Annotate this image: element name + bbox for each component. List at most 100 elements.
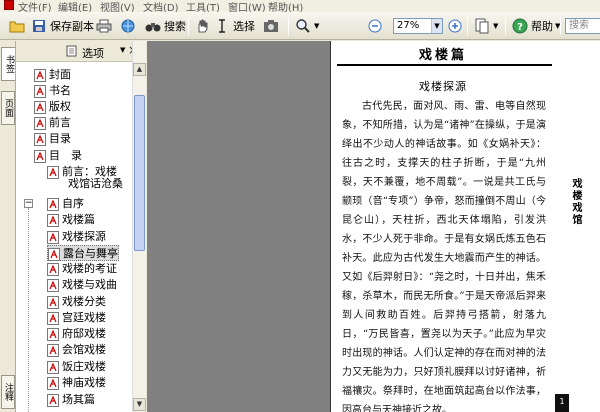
search-label: 搜索 bbox=[164, 20, 186, 33]
bookmark-label: 自序 bbox=[62, 197, 84, 210]
bookmark-item[interactable]: 府邸戏楼 bbox=[47, 326, 106, 342]
bookmark-page-icon bbox=[47, 198, 59, 211]
bookmark-item[interactable]: 书名 bbox=[34, 83, 71, 99]
bookmark-label: 场其篇 bbox=[62, 393, 95, 406]
menu-tools[interactable]: 工具(T) bbox=[186, 0, 220, 12]
bookmark-item[interactable]: 场其篇 bbox=[47, 392, 95, 408]
zoom-dropdown-chevron-icon[interactable]: ▼ bbox=[431, 19, 442, 33]
search-button[interactable]: 搜索 bbox=[144, 16, 186, 36]
save-copy-label: 保存副本 bbox=[50, 20, 94, 33]
folder-open-icon bbox=[8, 17, 26, 35]
bookmark-page-icon bbox=[47, 231, 59, 244]
help-button[interactable]: ? 帮助 ▼ bbox=[511, 16, 560, 36]
scroll-down-arrow-icon[interactable]: ▼ bbox=[133, 398, 146, 411]
printer-icon bbox=[95, 17, 113, 35]
title-rule bbox=[337, 64, 552, 66]
hand-icon bbox=[193, 17, 211, 35]
svg-text:?: ? bbox=[517, 22, 523, 33]
bookmark-item[interactable]: 戏楼的考证 bbox=[47, 261, 117, 277]
bookmark-label: 戏楼探源 bbox=[62, 230, 106, 243]
tab-pages[interactable]: 页面 bbox=[1, 91, 15, 125]
menu-edit[interactable]: 编辑(E) bbox=[58, 0, 92, 12]
bookmark-label: 版权 bbox=[49, 100, 71, 113]
menu-help[interactable]: 帮助(H) bbox=[268, 0, 303, 12]
bookmark-label: 戏馆话沧桑 bbox=[68, 177, 123, 190]
scroll-thumb[interactable] bbox=[134, 95, 145, 251]
zoom-in-button[interactable] bbox=[446, 16, 464, 36]
bookmark-page-icon bbox=[47, 344, 59, 357]
save-copy-button[interactable]: 保存副本 bbox=[30, 16, 94, 36]
bookmark-label: 府邸戏楼 bbox=[62, 327, 106, 340]
toolbar-separator bbox=[288, 17, 289, 35]
bookmark-item[interactable]: 宫廷戏楼 bbox=[47, 310, 106, 326]
select-tool-button[interactable]: 选择 bbox=[213, 16, 255, 36]
menu-view[interactable]: 视图(V) bbox=[100, 0, 135, 12]
bookmark-item[interactable]: 前言 bbox=[34, 115, 71, 131]
bookmark-item[interactable]: 戏楼分类 bbox=[47, 294, 106, 310]
tab-comments[interactable]: 注释 bbox=[1, 375, 15, 409]
email-button[interactable] bbox=[119, 16, 137, 36]
bookmark-page-icon bbox=[47, 377, 59, 390]
bookmarks-panel-header: 选项 ▼ × bbox=[16, 41, 146, 62]
bookmark-label: 饭庄戏楼 bbox=[62, 360, 106, 373]
bookmark-item[interactable]: 版权 bbox=[34, 99, 71, 115]
bookmark-item[interactable]: 戏馆话沧桑 bbox=[68, 176, 123, 192]
bookmark-item[interactable]: 露台与舞亭 bbox=[47, 245, 119, 261]
bookmark-item[interactable]: 封面 bbox=[34, 67, 71, 83]
bookmark-label: 神庙戏楼 bbox=[62, 376, 106, 389]
bookmark-label: 戏楼与戏曲 bbox=[62, 278, 117, 291]
zoom-in-icon bbox=[446, 17, 464, 35]
bookmark-item[interactable]: 目 录 bbox=[34, 148, 82, 164]
bookmark-page-icon bbox=[34, 117, 46, 130]
bookmark-page-icon bbox=[47, 328, 59, 341]
bookmarks-panel: 选项 ▼ × − 封面书名版权前言目录目 录前言：戏楼戏馆话沧桑自序戏楼篇戏楼探… bbox=[16, 41, 146, 412]
bookmark-tree: − 封面 书名 版权 前言 目录目 录前言：戏楼 戏馆话沧桑 自序 戏楼篇 戏楼探源 露台与舞亭戏… bbox=[16, 63, 134, 412]
bookmark-label: 目录 bbox=[49, 132, 71, 145]
scroll-up-arrow-icon[interactable]: ▲ bbox=[133, 63, 146, 76]
bookmark-page-icon bbox=[47, 214, 59, 227]
zoom-out-button[interactable] bbox=[366, 16, 384, 36]
snapshot-button[interactable] bbox=[262, 16, 280, 36]
options-menu[interactable]: 选项 bbox=[82, 45, 104, 61]
bookmark-item[interactable]: 饭庄戏楼 bbox=[47, 359, 106, 375]
print-button[interactable] bbox=[95, 16, 113, 36]
tab-bookmarks[interactable]: 书签 bbox=[1, 47, 15, 81]
menu-document[interactable]: 文档(D) bbox=[143, 0, 179, 12]
help-icon: ? bbox=[511, 17, 529, 35]
running-head-vertical: 戏楼戏馆 bbox=[570, 178, 581, 226]
document-viewport[interactable]: 戏楼篇 戏楼探源 古代先民，面对风、雨、雷、电等自然现象，不知所措，认为是“诸神… bbox=[147, 41, 600, 412]
bookmark-item[interactable]: 戏楼篇 bbox=[47, 212, 95, 228]
bookmark-item[interactable]: 戏楼与戏曲 bbox=[47, 277, 117, 293]
bookmark-item[interactable]: 会馆戏楼 bbox=[47, 342, 106, 358]
menu-file[interactable]: 文件(F) bbox=[18, 0, 52, 12]
hand-tool-button[interactable] bbox=[193, 16, 211, 36]
bookmark-options-icon[interactable] bbox=[65, 45, 79, 60]
bookmarks-scrollbar[interactable]: ▲ ▼ bbox=[132, 41, 146, 412]
document-page: 戏楼篇 戏楼探源 古代先民，面对风、雨、雷、电等自然现象，不知所措，认为是“诸神… bbox=[330, 41, 559, 412]
bookmark-label: 目 录 bbox=[49, 149, 82, 162]
search-input[interactable]: 搜索 bbox=[565, 18, 600, 34]
toolbar-separator bbox=[560, 17, 561, 35]
bookmark-item[interactable]: 戏楼探源 bbox=[47, 229, 106, 245]
page-title: 戏楼篇 bbox=[418, 48, 467, 63]
page-layout-icon bbox=[473, 17, 491, 35]
tree-connector bbox=[28, 208, 29, 412]
open-button[interactable] bbox=[8, 16, 26, 36]
bookmark-item[interactable]: 目录 bbox=[34, 131, 71, 147]
select-label: 选择 bbox=[233, 20, 255, 33]
bookmark-page-icon bbox=[34, 150, 46, 163]
bookmark-page-icon bbox=[47, 361, 59, 374]
floppy-disk-icon bbox=[30, 17, 48, 35]
bookmark-label: 书名 bbox=[49, 84, 71, 97]
text-cursor-icon bbox=[213, 17, 231, 35]
bookmark-page-icon bbox=[34, 85, 46, 98]
collapse-toggle[interactable]: − bbox=[24, 199, 33, 208]
menu-window[interactable]: 窗口(W) bbox=[228, 0, 266, 12]
bookmark-item[interactable]: 自序 bbox=[47, 196, 84, 212]
zoom-tool-button[interactable]: ▼ bbox=[294, 16, 319, 36]
bookmark-label: 露台与舞亭 bbox=[63, 247, 118, 260]
bookmark-item[interactable]: 神庙戏楼 bbox=[47, 375, 106, 391]
camera-icon bbox=[262, 17, 280, 35]
page-layout-button[interactable]: ▼ bbox=[473, 16, 498, 36]
toolbar-separator bbox=[467, 17, 468, 35]
